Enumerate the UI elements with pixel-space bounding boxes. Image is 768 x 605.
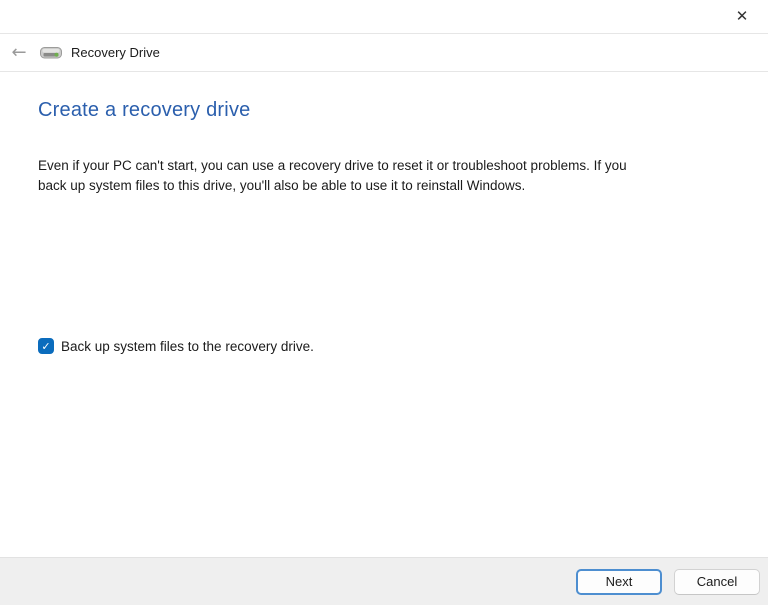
- cancel-button[interactable]: Cancel: [674, 569, 760, 595]
- checkbox-label: Back up system files to the recovery dri…: [61, 339, 314, 354]
- close-icon: ✕: [736, 9, 749, 24]
- back-button[interactable]: ←: [5, 38, 33, 68]
- page-title: Create a recovery drive: [38, 99, 250, 122]
- recovery-drive-window: ✕ ← Recovery Drive Create a recovery dri…: [0, 0, 768, 605]
- wizard-footer: Next Cancel: [0, 557, 768, 605]
- description-text: Even if your PC can't start, you can use…: [38, 156, 642, 196]
- back-arrow-icon: ←: [11, 44, 26, 62]
- next-button[interactable]: Next: [576, 569, 662, 595]
- checkbox-checked[interactable]: ✓: [38, 338, 54, 354]
- recovery-drive-icon: [40, 45, 62, 60]
- backup-system-files-checkbox-row[interactable]: ✓ Back up system files to the recovery d…: [38, 338, 314, 354]
- wizard-header: ← Recovery Drive: [0, 33, 768, 72]
- wizard-content: Create a recovery drive Even if your PC …: [0, 73, 768, 557]
- close-button[interactable]: ✕: [721, 2, 763, 30]
- window-title: Recovery Drive: [71, 45, 160, 60]
- title-bar: ✕: [0, 0, 768, 33]
- checkmark-icon: ✓: [41, 341, 50, 352]
